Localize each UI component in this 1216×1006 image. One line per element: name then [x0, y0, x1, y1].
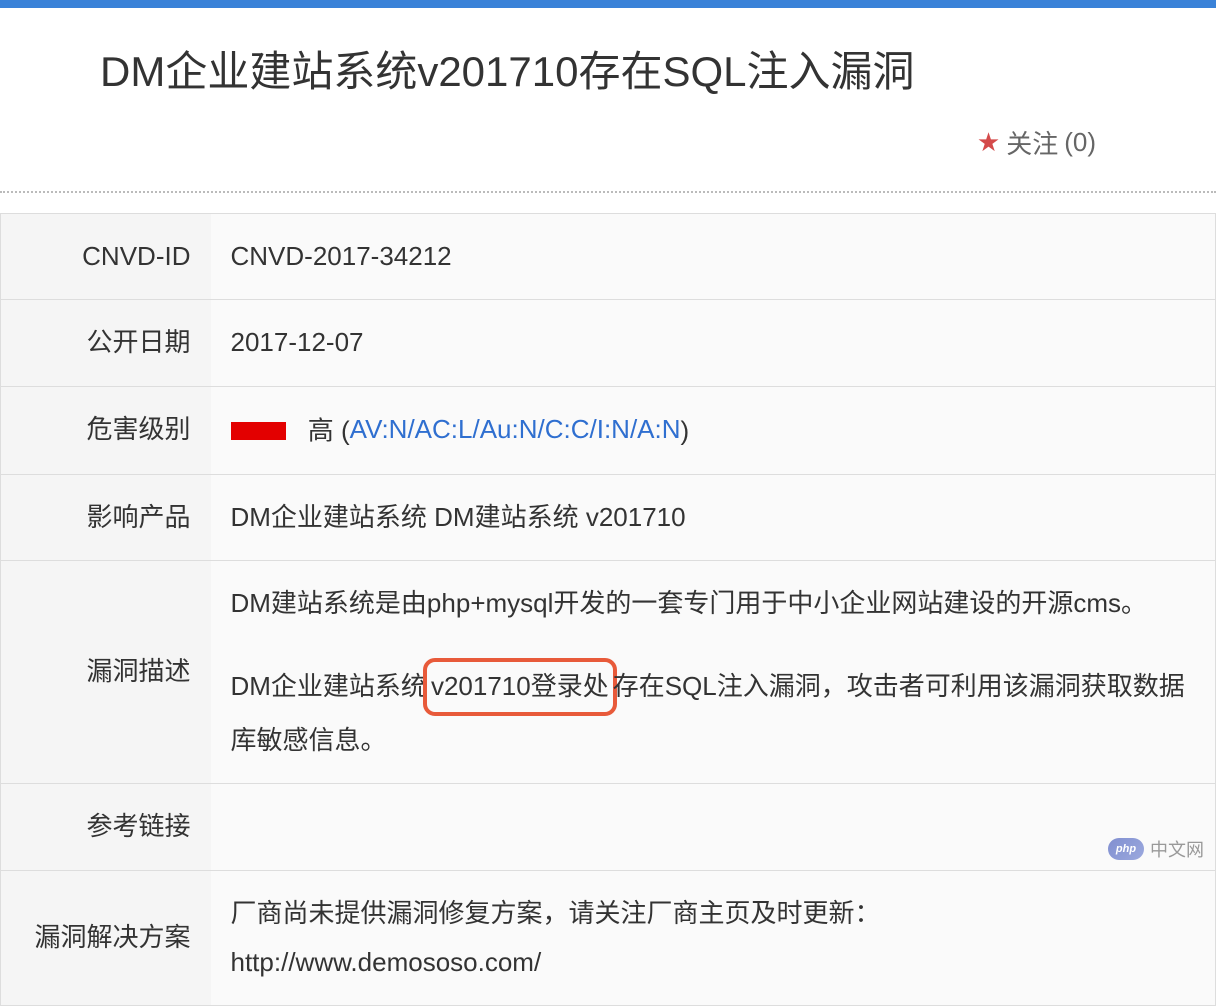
follow-button[interactable]: ★ 关注(0) — [977, 124, 1096, 161]
row-cnvd-id: CNVD-ID CNVD-2017-34212 — [1, 214, 1216, 300]
watermark-text: 中文网 — [1150, 836, 1204, 862]
label-product: 影响产品 — [1, 474, 211, 560]
value-reference — [211, 784, 1216, 870]
value-product: DM企业建站系统 DM建站系统 v201710 — [211, 474, 1216, 560]
description-para-2: DM企业建站系统v201710登录处存在SQL注入漏洞，攻击者可利用该漏洞获取数… — [231, 658, 1196, 765]
value-severity: 高 (AV:N/AC:L/Au:N/C:C/I:N/A:N) — [211, 386, 1216, 474]
severity-level: 高 — [308, 415, 334, 445]
label-description: 漏洞描述 — [1, 560, 211, 783]
watermark-logo-icon: php — [1108, 838, 1144, 860]
desc2-pre: DM企业建站系统 — [231, 671, 427, 701]
label-severity: 危害级别 — [1, 386, 211, 474]
row-open-date: 公开日期 2017-12-07 — [1, 300, 1216, 386]
desc2-mid: 存 — [613, 671, 639, 701]
value-description: DM建站系统是由php+mysql开发的一套专门用于中小企业网站建设的开源cms… — [211, 560, 1216, 783]
row-severity: 危害级别 高 (AV:N/AC:L/Au:N/C:C/I:N/A:N) — [1, 386, 1216, 474]
row-description: 漏洞描述 DM建站系统是由php+mysql开发的一套专门用于中小企业网站建设的… — [1, 560, 1216, 783]
watermark: php 中文网 — [1108, 836, 1204, 862]
label-open-date: 公开日期 — [1, 300, 211, 386]
description-para-1: DM建站系统是由php+mysql开发的一套专门用于中小企业网站建设的开源cms… — [231, 579, 1196, 628]
vector-prefix: ( — [341, 415, 350, 445]
row-solution: 漏洞解决方案 厂商尚未提供漏洞修复方案，请关注厂商主页及时更新： http://… — [1, 870, 1216, 1006]
solution-line-2: http://www.demososo.com/ — [231, 938, 1196, 987]
page-title: DM企业建站系统v201710存在SQL注入漏洞 — [100, 38, 1116, 99]
cvss-vector-link[interactable]: AV:N/AC:L/Au:N/C:C/I:N/A:N — [350, 414, 681, 444]
label-cnvd-id: CNVD-ID — [1, 214, 211, 300]
follow-row: ★ 关注(0) — [100, 124, 1116, 171]
follow-label: 关注 — [1006, 124, 1058, 161]
vulnerability-info-table: CNVD-ID CNVD-2017-34212 公开日期 2017-12-07 … — [0, 213, 1216, 1006]
value-solution: 厂商尚未提供漏洞修复方案，请关注厂商主页及时更新： http://www.dem… — [211, 870, 1216, 1006]
value-cnvd-id: CNVD-2017-34212 — [211, 214, 1216, 300]
row-product: 影响产品 DM企业建站系统 DM建站系统 v201710 — [1, 474, 1216, 560]
header-section: DM企业建站系统v201710存在SQL注入漏洞 ★ 关注(0) — [0, 8, 1216, 191]
divider — [0, 191, 1216, 193]
follow-count: (0) — [1064, 127, 1096, 158]
desc2-highlight: v201710登录处 — [431, 671, 609, 701]
solution-line-1: 厂商尚未提供漏洞修复方案，请关注厂商主页及时更新： — [231, 889, 1196, 938]
highlight-box: v201710登录处 — [423, 658, 617, 715]
label-solution: 漏洞解决方案 — [1, 870, 211, 1006]
star-icon: ★ — [977, 127, 1000, 158]
row-reference: 参考链接 — [1, 784, 1216, 870]
vector-suffix: ) — [681, 415, 690, 445]
label-reference: 参考链接 — [1, 784, 211, 870]
severity-bar-icon — [231, 422, 286, 440]
value-open-date: 2017-12-07 — [211, 300, 1216, 386]
top-accent-bar — [0, 0, 1216, 8]
